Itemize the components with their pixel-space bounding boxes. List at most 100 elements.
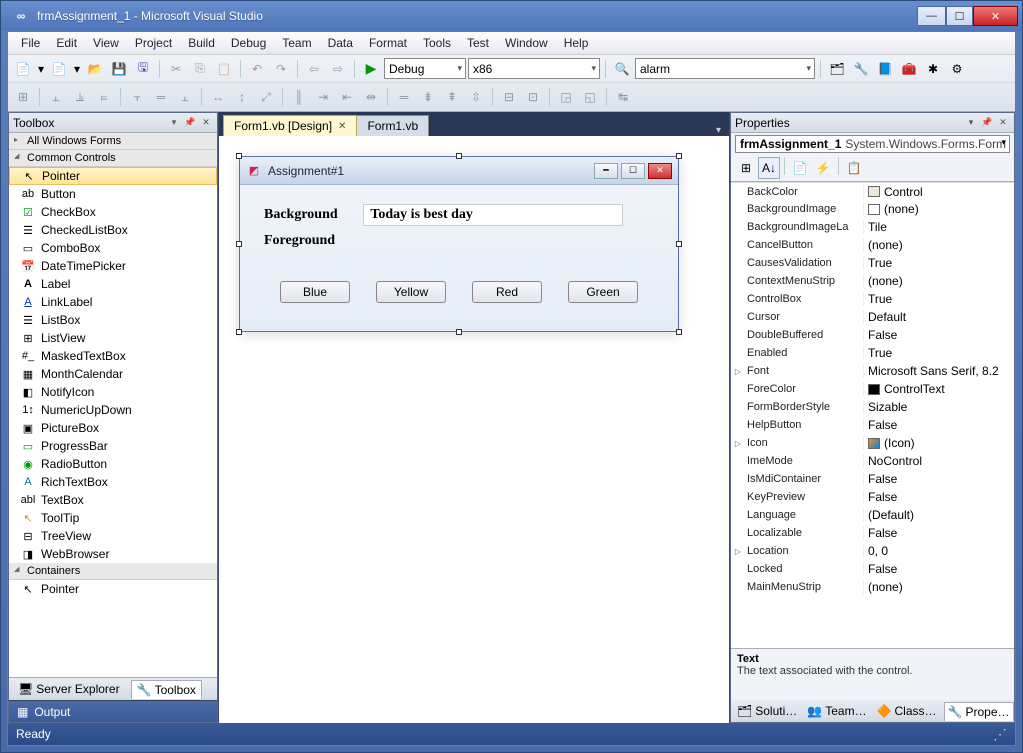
prop-row-localizable[interactable]: LocalizableFalse <box>731 524 1014 542</box>
prop-row-mainmenustrip[interactable]: MainMenuStrip(none) <box>731 578 1014 596</box>
paste-button[interactable]: 📋 <box>213 58 235 80</box>
team-tab[interactable]: 👥Team… <box>804 702 869 720</box>
find-in-files-button[interactable]: 🔍 <box>611 58 633 80</box>
prop-row-backcolor[interactable]: BackColorControl <box>731 182 1014 200</box>
menu-format[interactable]: Format <box>362 34 414 52</box>
tab-form1-design[interactable]: Form1.vb [Design] ✕ <box>223 115 357 136</box>
platform-combo[interactable]: x86 <box>468 58 600 79</box>
textbox-main[interactable]: Today is best day <box>363 204 623 226</box>
vspace-inc-button[interactable]: ⇟ <box>417 86 439 108</box>
menu-build[interactable]: Build <box>181 34 222 52</box>
menu-view[interactable]: View <box>86 34 126 52</box>
tab-form1-code[interactable]: Form1.vb <box>356 115 429 136</box>
toolbox-item-progressbar[interactable]: ▭ProgressBar <box>9 437 217 455</box>
hspace-inc-button[interactable]: ⇥ <box>312 86 334 108</box>
toolbox-item-maskedtextbox[interactable]: #_MaskedTextBox <box>9 347 217 365</box>
align-center-button[interactable]: ⫡ <box>69 86 91 108</box>
menu-debug[interactable]: Debug <box>224 34 273 52</box>
prop-value[interactable]: False <box>863 490 1014 504</box>
menu-help[interactable]: Help <box>557 34 596 52</box>
toolbox-button[interactable]: 🧰 <box>898 58 920 80</box>
properties-grid[interactable]: BackColorControlBackgroundImage(none)Bac… <box>731 182 1014 648</box>
undo-button[interactable]: ↶ <box>246 58 268 80</box>
output-tab[interactable]: ▦ Output <box>9 700 217 722</box>
prop-value[interactable]: (Icon) <box>863 436 1014 450</box>
toolbox-item-button[interactable]: abButton <box>9 185 217 203</box>
prop-row-formborderstyle[interactable]: FormBorderStyleSizable <box>731 398 1014 416</box>
prop-row-cancelbutton[interactable]: CancelButton(none) <box>731 236 1014 254</box>
hspace-remove-button[interactable]: ⇹ <box>360 86 382 108</box>
prop-row-font[interactable]: ▷FontMicrosoft Sans Serif, 8.2 <box>731 362 1014 380</box>
toolbox-close-icon[interactable]: ✕ <box>199 116 213 130</box>
menu-team[interactable]: Team <box>275 34 318 52</box>
expand-icon[interactable]: ▷ <box>731 367 745 376</box>
vspace-equal-button[interactable]: ═ <box>393 86 415 108</box>
prop-value[interactable]: False <box>863 562 1014 576</box>
prop-row-location[interactable]: ▷Location0, 0 <box>731 542 1014 560</box>
prop-row-doublebuffered[interactable]: DoubleBufferedFalse <box>731 326 1014 344</box>
prop-value[interactable]: (none) <box>863 580 1014 594</box>
toolbox-item-picturebox[interactable]: ▣PictureBox <box>9 419 217 437</box>
prop-value[interactable]: Microsoft Sans Serif, 8.2 <box>863 364 1014 378</box>
align-grid-button[interactable]: ⊞ <box>12 86 34 108</box>
prop-value[interactable]: Tile <box>863 220 1014 234</box>
prop-row-language[interactable]: Language(Default) <box>731 506 1014 524</box>
object-browser-button[interactable]: 📘 <box>874 58 896 80</box>
button-red[interactable]: Red <box>472 281 542 303</box>
save-all-button[interactable]: 🖫 <box>132 58 154 80</box>
toolbox-tab[interactable]: 🔧Toolbox <box>131 680 202 699</box>
prop-value[interactable]: Control <box>863 185 1014 199</box>
same-width-button[interactable]: ↔ <box>207 86 229 108</box>
toolbox-item-pointer[interactable]: ↖Pointer <box>9 580 217 598</box>
extension-manager-button[interactable]: ⚙ <box>946 58 968 80</box>
copy-button[interactable]: ⎘ <box>189 58 211 80</box>
toolbox-pin-icon[interactable]: 📌 <box>183 116 197 130</box>
prop-row-forecolor[interactable]: ForeColorControlText <box>731 380 1014 398</box>
resize-grip-icon[interactable]: ⋰ <box>993 726 1007 743</box>
hspace-equal-button[interactable]: ║ <box>288 86 310 108</box>
properties-object-selector[interactable]: frmAssignment_1 System.Windows.Forms.For… <box>735 135 1010 153</box>
align-bottom-button[interactable]: ⫠ <box>174 86 196 108</box>
toolbox-item-checkedlistbox[interactable]: ☰CheckedListBox <box>9 221 217 239</box>
menu-file[interactable]: File <box>14 34 47 52</box>
label-foreground[interactable]: Foreground <box>264 233 360 249</box>
menu-project[interactable]: Project <box>128 34 179 52</box>
prop-row-backgroundimagela[interactable]: BackgroundImageLaTile <box>731 218 1014 236</box>
close-button[interactable]: ✕ <box>973 6 1018 26</box>
minimize-button[interactable]: — <box>917 6 946 26</box>
label-background[interactable]: Background <box>264 207 360 223</box>
toolbox-dropdown-icon[interactable]: ▾ <box>167 116 181 130</box>
bring-front-button[interactable]: ◲ <box>555 86 577 108</box>
prop-value[interactable]: ControlText <box>863 382 1014 396</box>
menu-window[interactable]: Window <box>498 34 555 52</box>
toolbox-item-richtextbox[interactable]: ARichTextBox <box>9 473 217 491</box>
prop-value[interactable]: Default <box>863 310 1014 324</box>
prop-row-imemode[interactable]: ImeModeNoControl <box>731 452 1014 470</box>
toolbox-item-listbox[interactable]: ☰ListBox <box>9 311 217 329</box>
property-pages-button[interactable]: 📋 <box>843 157 865 179</box>
toolbox-group-containers[interactable]: Containers <box>9 563 217 580</box>
toolbox-item-monthcalendar[interactable]: ▦MonthCalendar <box>9 365 217 383</box>
toolbox-item-checkbox[interactable]: ☑CheckBox <box>9 203 217 221</box>
prop-value[interactable]: True <box>863 292 1014 306</box>
nav-back-button[interactable]: ⇦ <box>303 58 325 80</box>
menu-edit[interactable]: Edit <box>49 34 84 52</box>
prop-value[interactable]: (none) <box>863 202 1014 216</box>
prop-row-locked[interactable]: LockedFalse <box>731 560 1014 578</box>
prop-row-cursor[interactable]: CursorDefault <box>731 308 1014 326</box>
solution-explorer-button[interactable]: 🗂 <box>826 58 848 80</box>
prop-row-enabled[interactable]: EnabledTrue <box>731 344 1014 362</box>
class-tab[interactable]: 🔶Class… <box>874 702 940 720</box>
send-back-button[interactable]: ◱ <box>579 86 601 108</box>
new-project-button[interactable]: 📄 <box>12 58 34 80</box>
toolbox-item-label[interactable]: ALabel <box>9 275 217 293</box>
prop-row-contextmenustrip[interactable]: ContextMenuStrip(none) <box>731 272 1014 290</box>
prop-row-causesvalidation[interactable]: CausesValidationTrue <box>731 254 1014 272</box>
button-blue[interactable]: Blue <box>280 281 350 303</box>
toolbox-group-all-forms[interactable]: All Windows Forms <box>9 133 217 150</box>
nav-fwd-button[interactable]: ⇨ <box>327 58 349 80</box>
align-right-button[interactable]: ⫢ <box>93 86 115 108</box>
prop-value[interactable]: Sizable <box>863 400 1014 414</box>
toolbox-item-tooltip[interactable]: ↖ToolTip <box>9 509 217 527</box>
same-height-button[interactable]: ↕ <box>231 86 253 108</box>
